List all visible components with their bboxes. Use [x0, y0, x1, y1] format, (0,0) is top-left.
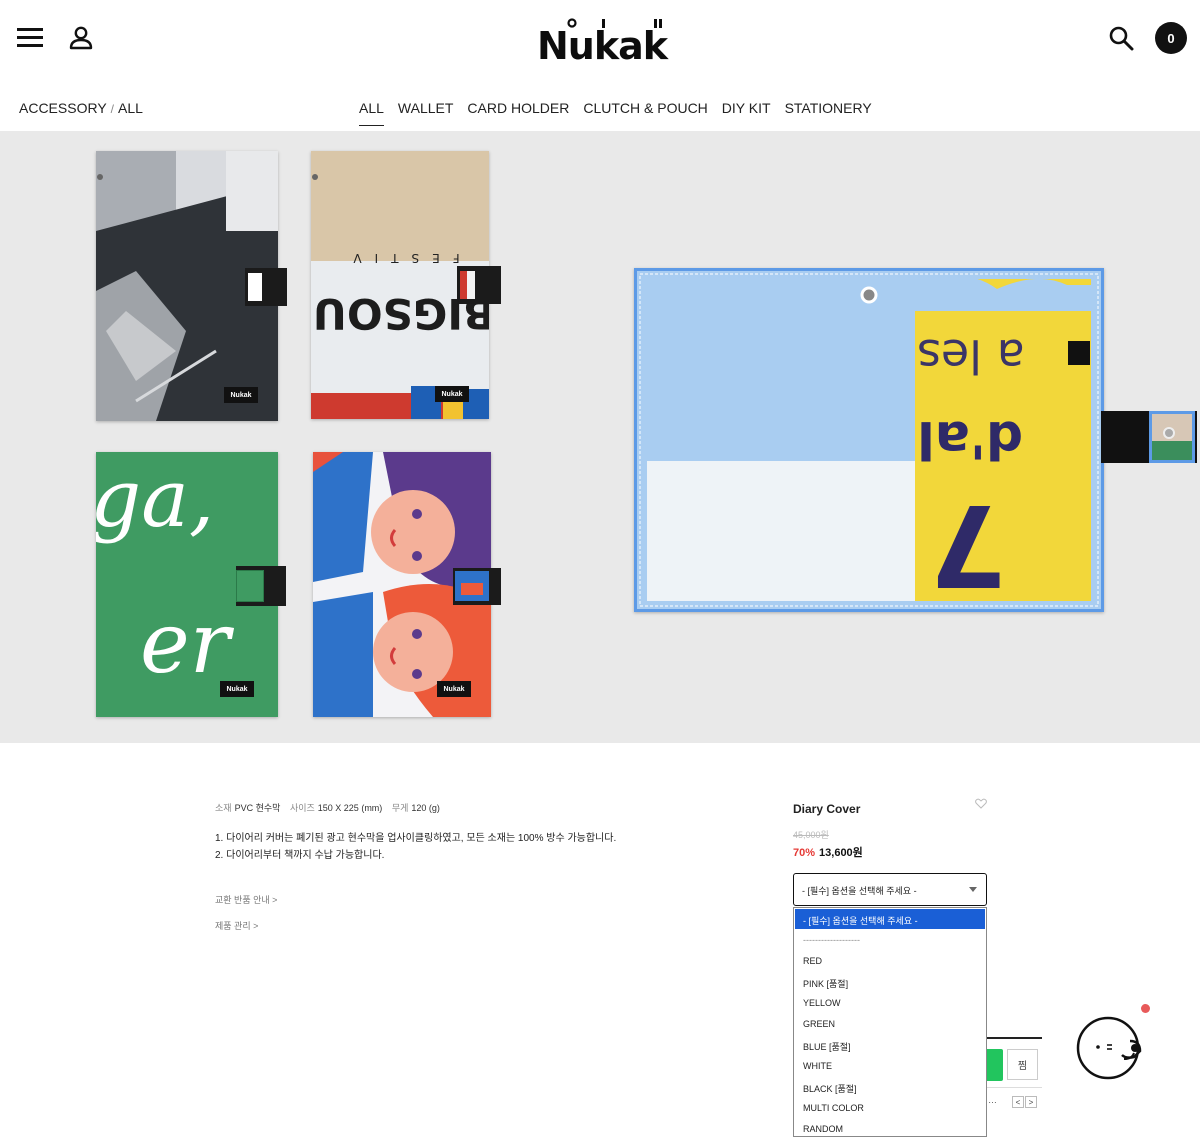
description-line: 1. 다이어리 커버는 폐기된 광고 현수막을 업사이클링하였고, 모든 소재는…	[215, 833, 617, 844]
breadcrumb-parent[interactable]: ACCESSORY	[19, 100, 107, 116]
brand-tag: Nukak	[437, 681, 471, 697]
discount-rate: 70%	[793, 847, 816, 859]
buy-now-button[interactable]	[986, 1049, 1003, 1081]
site-header: Nukak 0	[0, 0, 1200, 80]
notification-dot	[1141, 1004, 1150, 1013]
cart-button[interactable]: 0	[1155, 22, 1187, 54]
option-item-red[interactable]: RED	[794, 951, 986, 972]
chatbot-icon[interactable]	[1074, 1011, 1146, 1081]
category-stationery[interactable]: STATIONERY	[778, 100, 879, 126]
spec-value: 150 X 225 (mm)	[317, 803, 383, 813]
diary-cover-open: a les d'al 7	[634, 268, 1104, 612]
category-wallet[interactable]: WALLET	[391, 100, 461, 126]
brand-tag: Nukak	[224, 387, 258, 403]
open-diary-artwork	[637, 271, 1101, 609]
search-icon[interactable]	[1108, 25, 1134, 51]
breadcrumb-current[interactable]: ALL	[118, 100, 143, 116]
option-item-black[interactable]: BLACK [품절]	[794, 1077, 986, 1098]
option-item-pink[interactable]: PINK [품절]	[794, 972, 986, 993]
category-diy-kit[interactable]: DIY KIT	[715, 100, 778, 126]
spec-value: PVC 현수막	[234, 803, 281, 813]
sale-price: 13,600원	[819, 847, 863, 859]
category-all[interactable]: ALL	[352, 100, 391, 126]
original-price: 45,000원	[793, 830, 829, 840]
option-item-multi-color[interactable]: MULTI COLOR	[794, 1098, 986, 1119]
option-select[interactable]: - [필수] 옵션을 선택해 주세요 -	[793, 873, 987, 906]
description-line: 2. 다이어리부터 책까지 수납 가능합니다.	[215, 850, 385, 861]
option-item-separator: -------------------	[803, 935, 860, 945]
pager-next-button[interactable]: >	[1025, 1096, 1037, 1108]
hero-product-image: Nukak FESTIV BIGSOUND Nukak ga, er Nukak	[0, 131, 1200, 743]
category-clutch-pouch[interactable]: CLUTCH & POUCH	[576, 100, 714, 126]
green-text-top: ga,	[96, 452, 215, 545]
divider	[986, 1087, 1042, 1088]
wish-button[interactable]: 찜	[1007, 1049, 1038, 1080]
divider	[986, 1037, 1042, 1039]
spec-value: 120 (g)	[411, 803, 440, 813]
product-care-link[interactable]: 제품 관리 >	[215, 919, 258, 932]
user-icon[interactable]	[68, 25, 94, 51]
strap-tab	[453, 568, 501, 605]
yellow-number: 7	[929, 479, 1007, 609]
option-item-placeholder[interactable]: - [필수] 옵션을 선택해 주세요 -	[795, 909, 985, 929]
yellow-text-2: d'al	[917, 409, 1024, 469]
heart-icon[interactable]	[975, 798, 987, 809]
pager-ellipsis: …	[988, 1095, 997, 1105]
strap-tab	[457, 266, 501, 304]
product-name: Diary Cover	[793, 802, 861, 816]
option-select-value: - [필수] 옵션을 선택해 주세요 -	[802, 886, 917, 896]
option-item-white[interactable]: WHITE	[794, 1056, 986, 1077]
sale-price-row: 70% 13,600원	[793, 844, 863, 860]
spec-key: 무게	[391, 803, 409, 813]
green-text-bottom: er	[140, 594, 230, 692]
exchange-return-link[interactable]: 교환 반품 안내 >	[215, 893, 277, 906]
strap-tab-extended	[1101, 411, 1197, 463]
strap-tab	[245, 268, 287, 306]
brand-tag: Nukak	[220, 681, 254, 697]
option-item-random[interactable]: RANDOM	[794, 1119, 986, 1140]
option-item-yellow[interactable]: YELLOW	[794, 993, 986, 1014]
strap-tab	[1068, 341, 1090, 365]
chevron-down-icon	[969, 887, 977, 892]
yellow-text-1: a les	[917, 329, 1025, 383]
option-dropdown-list: - [필수] 옵션을 선택해 주세요 - -------------------…	[793, 907, 987, 1137]
strap-tab	[236, 566, 286, 606]
breadcrumb: ACCESSORY / ALL	[19, 100, 143, 116]
festival-text: FESTIV	[340, 251, 460, 265]
logo-text: Nukak	[537, 24, 668, 68]
product-description: 1. 다이어리 커버는 폐기된 광고 현수막을 업사이클링하였고, 모든 소재는…	[215, 830, 616, 864]
product-specs: 소재 PVC 현수막 사이즈 150 X 225 (mm) 무게 120 (g)	[215, 801, 447, 814]
category-card-holder[interactable]: CARD HOLDER	[460, 100, 576, 126]
category-nav: ALL WALLET CARD HOLDER CLUTCH & POUCH DI…	[352, 100, 879, 126]
spec-key: 사이즈	[289, 803, 315, 813]
brand-logo[interactable]: Nukak	[537, 18, 668, 68]
menu-icon[interactable]	[17, 26, 43, 48]
breadcrumb-separator: /	[110, 102, 115, 116]
option-item-blue[interactable]: BLUE [품절]	[794, 1035, 986, 1056]
brand-tag: Nukak	[435, 386, 469, 402]
pager-prev-button[interactable]: <	[1012, 1096, 1024, 1108]
spec-key: 소재	[215, 803, 232, 813]
option-item-green[interactable]: GREEN	[794, 1014, 986, 1035]
